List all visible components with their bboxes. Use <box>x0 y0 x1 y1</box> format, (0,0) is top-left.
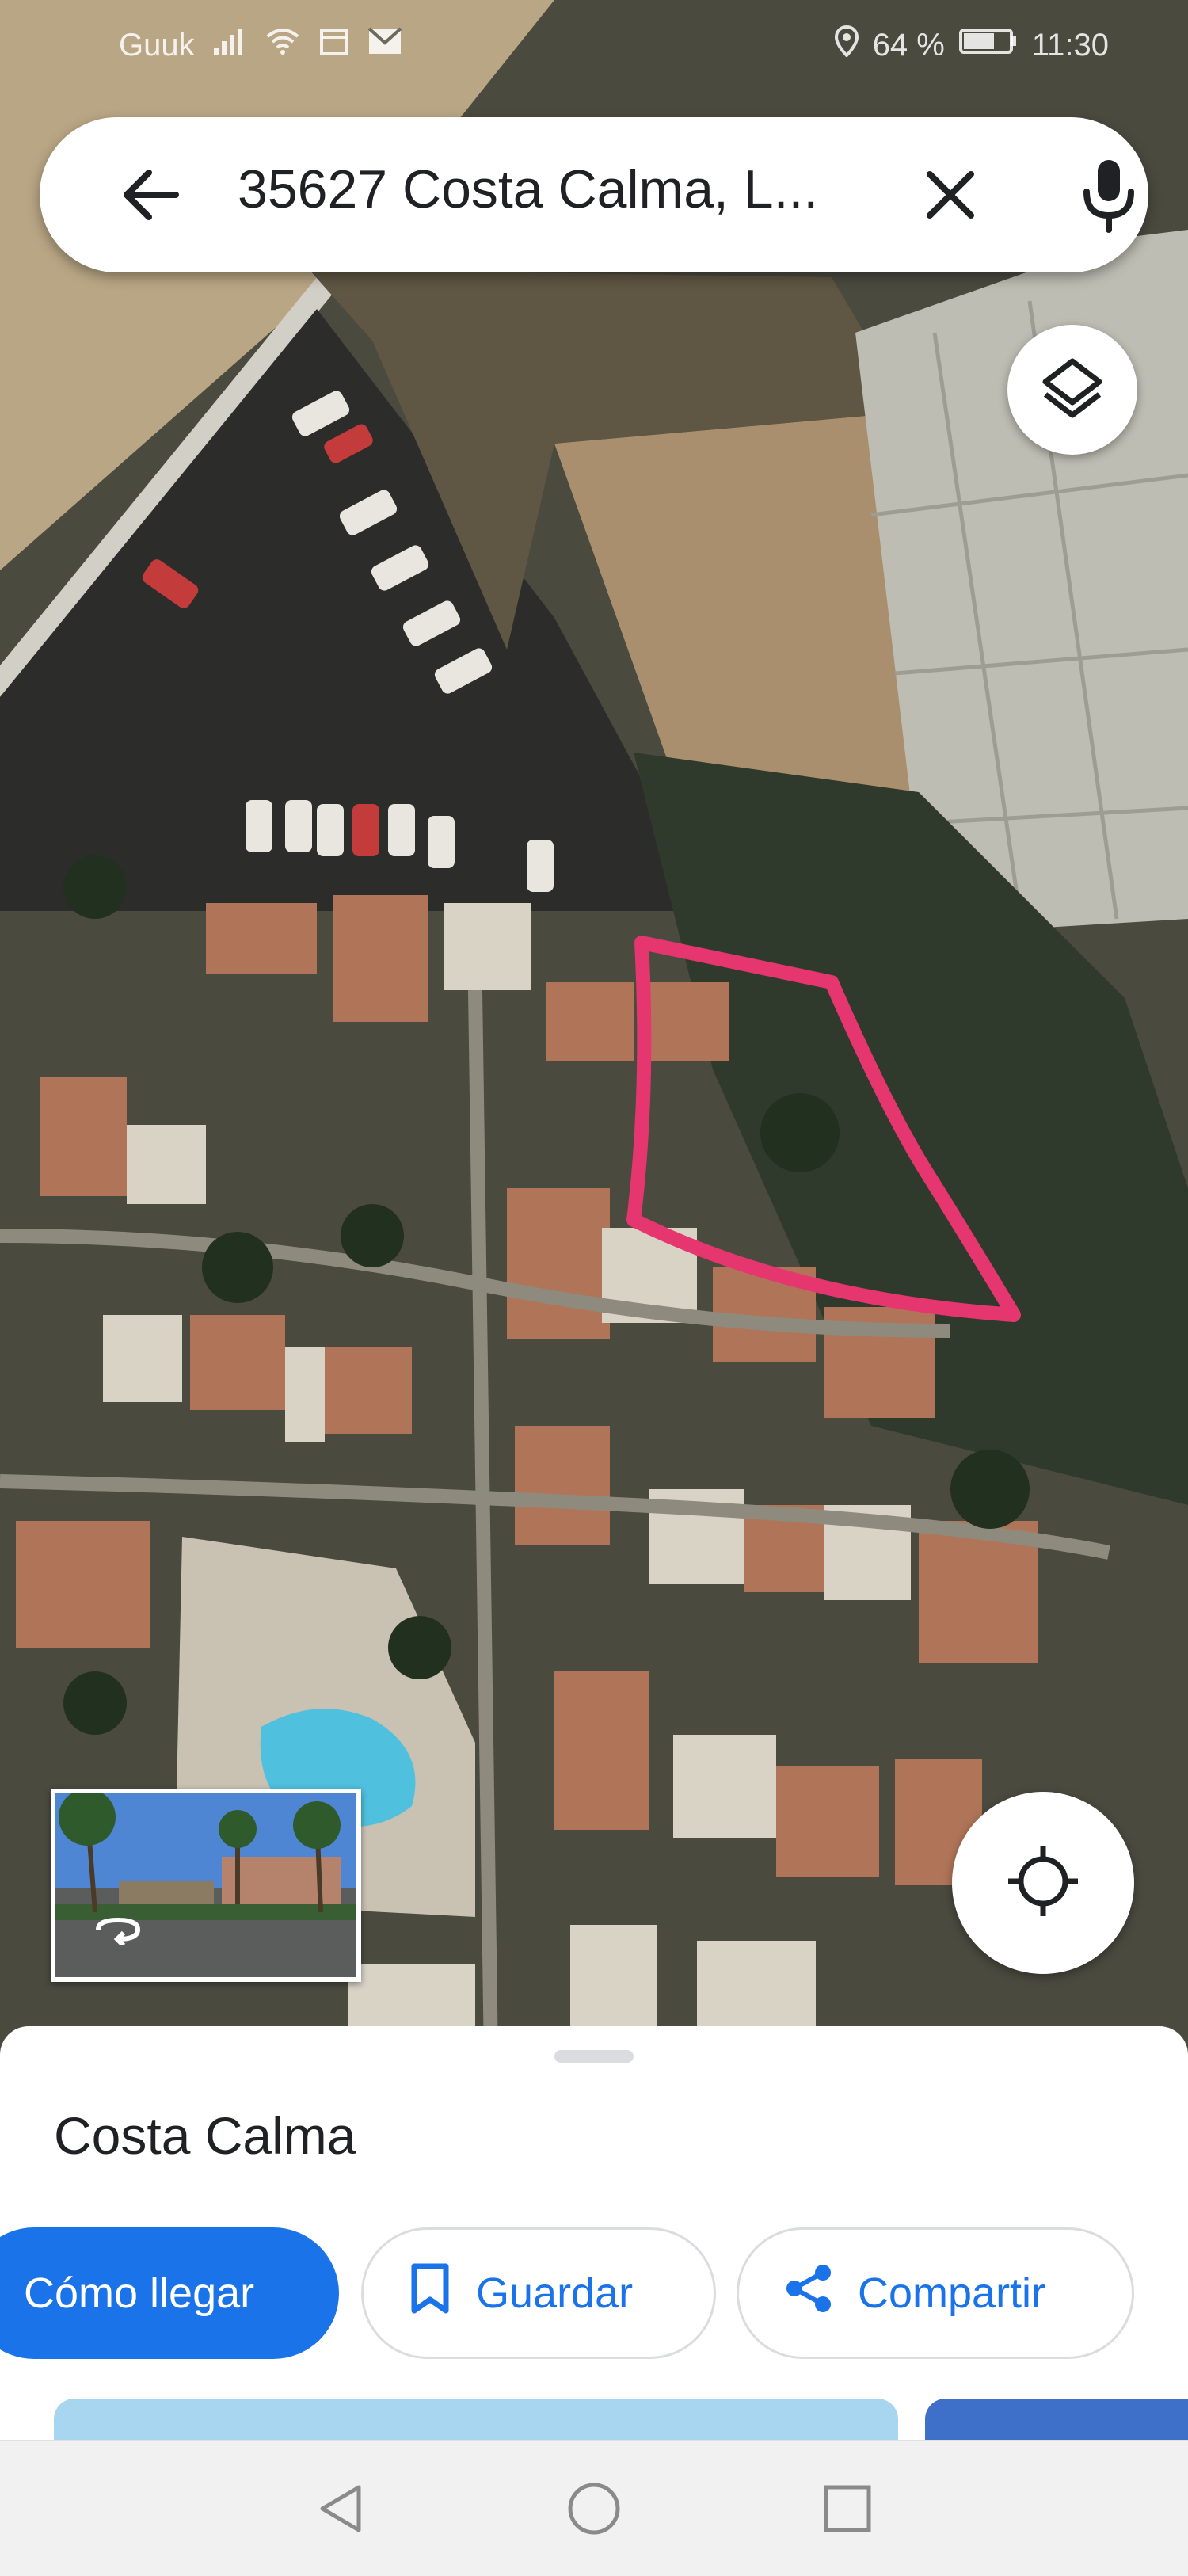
nav-home-icon[interactable] <box>562 2477 626 2540</box>
calendar-icon <box>318 25 350 65</box>
share-button[interactable]: Compartir <box>737 2227 1134 2359</box>
bookmark-icon <box>408 2263 452 2324</box>
nav-back-icon[interactable] <box>309 2477 372 2540</box>
my-location-icon <box>1003 1842 1083 1925</box>
clock: 11:30 <box>1031 27 1109 63</box>
layers-button[interactable] <box>1007 325 1137 455</box>
layers-icon <box>1039 355 1106 425</box>
share-label: Compartir <box>858 2269 1046 2317</box>
system-nav-bar <box>0 2440 1188 2576</box>
directions-label: Cómo llegar <box>24 2269 255 2317</box>
place-photo[interactable] <box>54 2399 898 2446</box>
street-view-image <box>55 1793 356 1977</box>
status-bar: Guuk 64 % 11:30 <box>0 0 1188 87</box>
satellite-map[interactable] <box>0 0 1188 2060</box>
battery-icon <box>958 27 1018 63</box>
photo-strip <box>0 2399 1188 2446</box>
street-view-thumbnail[interactable] <box>51 1789 361 1982</box>
mail-icon <box>367 27 402 63</box>
nav-recents-icon[interactable] <box>816 2477 879 2540</box>
save-button[interactable]: Guardar <box>361 2227 716 2359</box>
arrow-back-icon[interactable] <box>119 163 182 227</box>
carrier-label: Guuk <box>119 27 195 63</box>
place-title: Costa Calma <box>54 2106 356 2165</box>
location-pin-icon <box>834 25 859 65</box>
search-query[interactable]: 35627 Costa Calma, L... <box>238 158 818 220</box>
drag-handle[interactable] <box>554 2050 634 2063</box>
close-icon[interactable] <box>919 163 982 227</box>
action-buttons: Cómo llegar Guardar Compartir <box>0 2227 1188 2362</box>
place-photo[interactable] <box>925 2399 1188 2446</box>
share-icon <box>783 2263 834 2324</box>
directions-button[interactable]: Cómo llegar <box>0 2227 339 2359</box>
mic-icon[interactable] <box>1077 157 1140 233</box>
wifi-icon <box>265 25 301 65</box>
search-bar[interactable]: 35627 Costa Calma, L... <box>40 117 1148 272</box>
my-location-button[interactable] <box>952 1792 1134 1974</box>
place-sheet[interactable]: Costa Calma Cómo llegar Guardar Comparti… <box>0 2026 1188 2446</box>
save-label: Guardar <box>476 2269 634 2317</box>
360-rotate-icon <box>90 1914 146 1949</box>
signal-icon <box>212 25 247 65</box>
battery-percent: 64 % <box>872 27 945 63</box>
satellite-imagery <box>0 0 1188 2060</box>
